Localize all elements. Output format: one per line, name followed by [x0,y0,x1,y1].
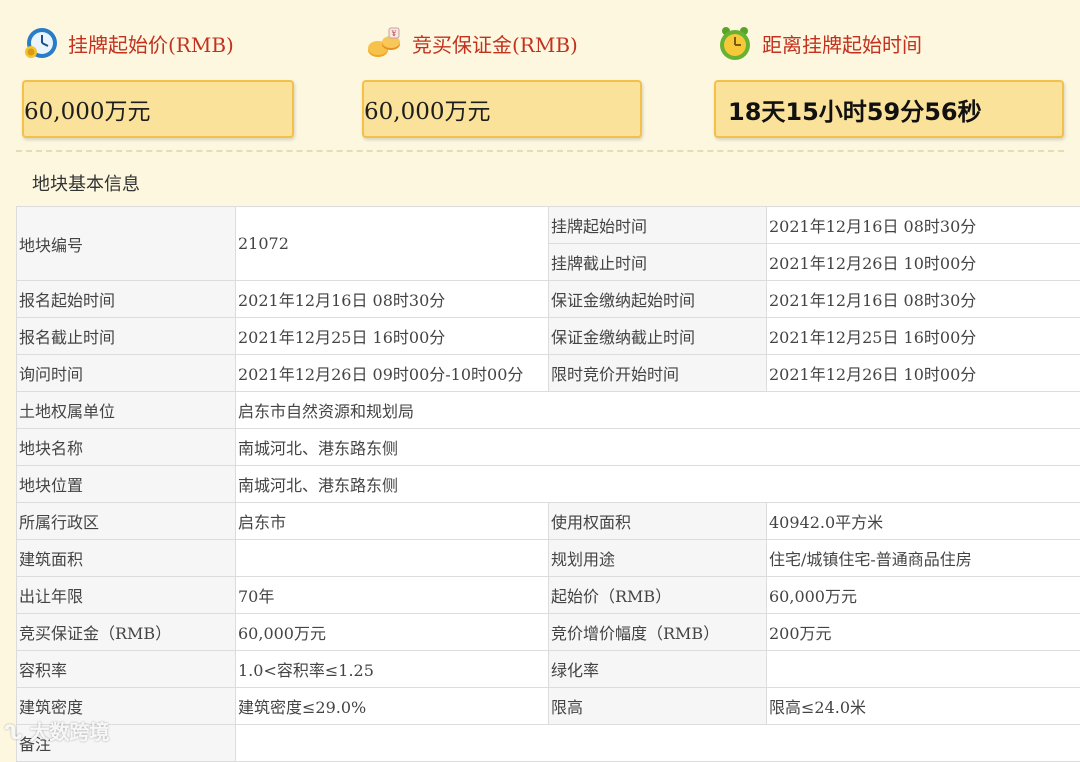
table-value: 住宅/城镇住宅-普通商品住房 [767,540,1080,577]
table-label: 挂牌起始时间 [549,207,767,244]
table-label: 报名起始时间 [17,281,236,318]
table-label: 起始价（RMB） [549,577,767,614]
table-value: 2021年12月26日 10时00分 [767,355,1080,392]
table-value: 200万元 [767,614,1080,651]
table-value: 2021年12月16日 08时30分 [236,281,549,318]
table-label: 出让年限 [17,577,236,614]
table-row: 报名起始时间 2021年12月16日 08时30分 保证金缴纳起始时间 2021… [17,281,1080,318]
table-label: 竞买保证金（RMB） [17,614,236,651]
table-label: 地块名称 [17,429,236,466]
table-row: 出让年限 70年 起始价（RMB） 60,000万元 [17,577,1080,614]
table-value: 南城河北、港东路东侧 [236,466,1080,503]
table-label: 限时竞价开始时间 [549,355,767,392]
watermark: ᔐ 大数跨境 [4,716,109,745]
start-price-label: 挂牌起始价(RMB) [68,29,234,58]
table-row: 建筑面积 规划用途 住宅/城镇住宅-普通商品住房 [17,540,1080,577]
countdown-value: 18天15小时59分56秒 [728,92,982,127]
table-row: 建筑密度 建筑密度≤29.0% 限高 限高≤24.0米 [17,688,1080,725]
table-row: 所属行政区 启东市 使用权面积 40942.0平方米 [17,503,1080,540]
start-price-value: 60,000万元 [24,92,150,126]
table-value: 2021年12月25日 16时00分 [236,318,549,355]
table-row: 地块名称 南城河北、港东路东侧 [17,429,1080,466]
table-row: 备注 [17,725,1080,762]
deposit-box: 60,000万元 [362,80,642,138]
table-value [236,540,549,577]
table-label: 限高 [549,688,767,725]
table-label: 使用权面积 [549,503,767,540]
table-value: 建筑密度≤29.0% [236,688,549,725]
deposit-header: ¥ 竞买保证金(RMB) [366,18,578,68]
table-value: 启东市 [236,503,549,540]
table-label: 规划用途 [549,540,767,577]
watermark-logo-icon: ᔐ [4,720,22,744]
countdown-label: 距离挂牌起始时间 [762,29,922,58]
table-value: 南城河北、港东路东侧 [236,429,1080,466]
table-value: 70年 [236,577,549,614]
divider [16,150,1064,152]
table-row: 地块位置 南城河北、港东路东侧 [17,466,1080,503]
table-value: 2021年12月16日 08时30分 [767,281,1080,318]
table-value: 60,000万元 [236,614,549,651]
watermark-text: 大数跨境 [29,720,109,744]
table-value: 限高≤24.0米 [767,688,1080,725]
table-label: 容积率 [17,651,236,688]
table-row: 土地权属单位 启东市自然资源和规划局 [17,392,1080,429]
table-value [767,651,1080,688]
alarm-clock-icon [716,24,754,62]
table-row: 报名截止时间 2021年12月25日 16时00分 保证金缴纳截止时间 2021… [17,318,1080,355]
table-value: 启东市自然资源和规划局 [236,392,1080,429]
parcel-info-table: 地块编号 21072 挂牌起始时间 2021年12月16日 08时30分 挂牌截… [16,206,1080,762]
countdown-box: 18天15小时59分56秒 [714,80,1064,138]
coins-icon: ¥ [366,24,404,62]
table-label: 竞价增价幅度（RMB） [549,614,767,651]
table-row: 容积率 1.0<容积率≤1.25 绿化率 [17,651,1080,688]
table-label: 保证金缴纳起始时间 [549,281,767,318]
table-label: 保证金缴纳截止时间 [549,318,767,355]
table-value [236,725,1080,762]
table-value: 1.0<容积率≤1.25 [236,651,549,688]
deposit-label: 竞买保证金(RMB) [412,29,578,58]
table-value: 2021年12月26日 10时00分 [767,244,1080,281]
table-row: 地块编号 21072 挂牌起始时间 2021年12月16日 08时30分 [17,207,1080,244]
table-label: 建筑面积 [17,540,236,577]
table-label: 挂牌截止时间 [549,244,767,281]
summary-bar: 挂牌起始价(RMB) ¥ 竞买保证金(RMB) [0,0,1080,150]
table-label: 询问时间 [17,355,236,392]
start-price-box: 60,000万元 [22,80,294,138]
table-value: 60,000万元 [767,577,1080,614]
table-value: 21072 [236,207,549,281]
table-value: 2021年12月26日 09时00分-10时00分 [236,355,549,392]
table-label: 地块位置 [17,466,236,503]
start-price-header: 挂牌起始价(RMB) [22,18,234,68]
table-label: 绿化率 [549,651,767,688]
table-row: 竞买保证金（RMB） 60,000万元 竞价增价幅度（RMB） 200万元 [17,614,1080,651]
table-label: 所属行政区 [17,503,236,540]
countdown-header: 距离挂牌起始时间 [716,18,922,68]
table-value: 2021年12月25日 16时00分 [767,318,1080,355]
deposit-value: 60,000万元 [364,92,490,126]
section-title: 地块基本信息 [32,170,140,196]
table-label: 报名截止时间 [17,318,236,355]
table-label: 地块编号 [17,207,236,281]
svg-text:¥: ¥ [391,30,397,38]
table-value: 40942.0平方米 [767,503,1080,540]
table-row: 询问时间 2021年12月26日 09时00分-10时00分 限时竞价开始时间 … [17,355,1080,392]
clock-money-icon [22,24,60,62]
table-value: 2021年12月16日 08时30分 [767,207,1080,244]
table-label: 土地权属单位 [17,392,236,429]
